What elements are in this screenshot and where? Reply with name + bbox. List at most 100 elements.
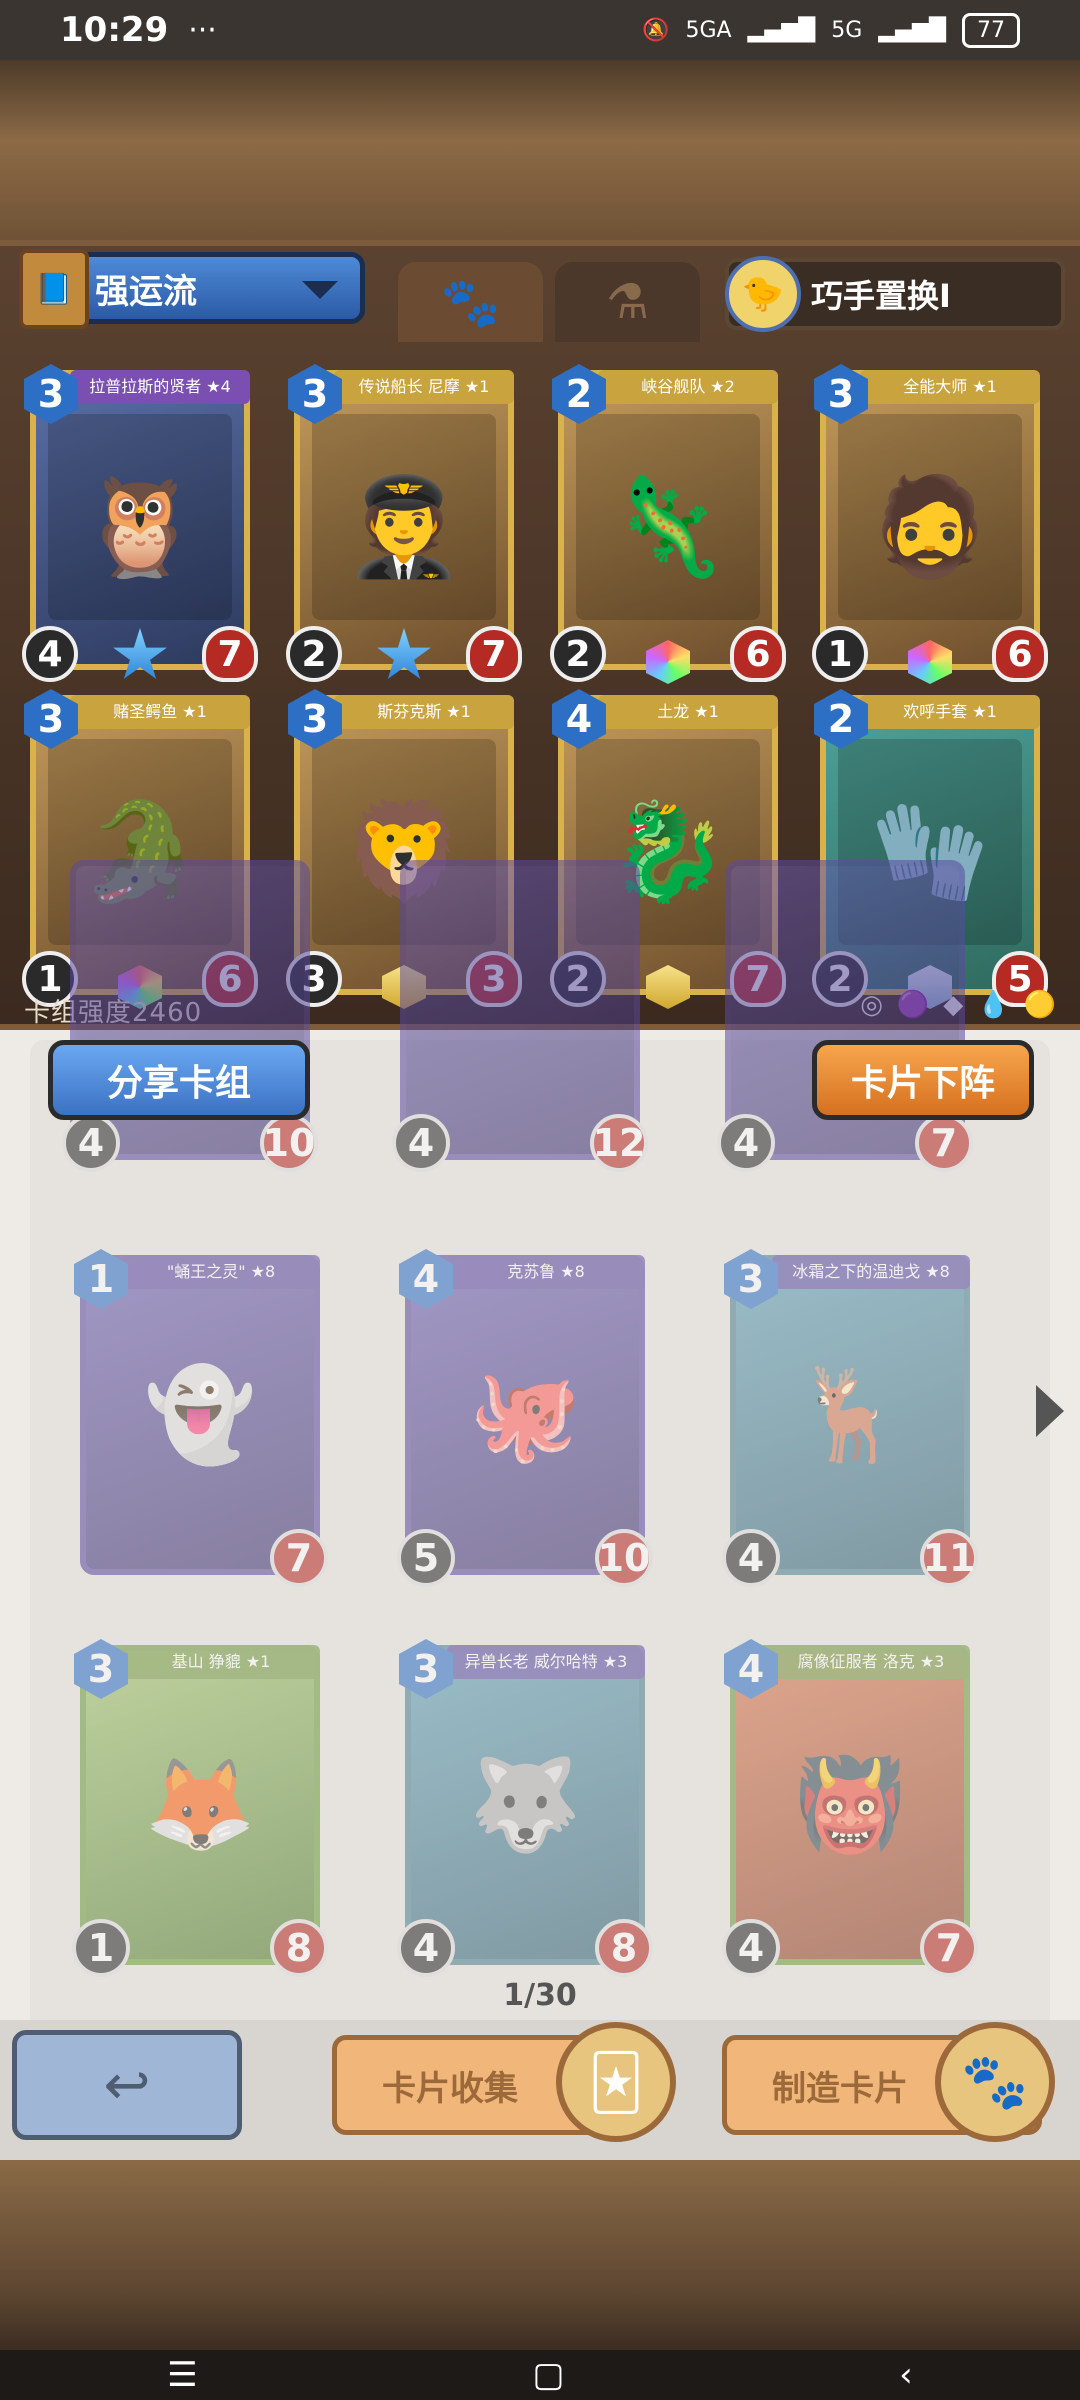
card-attack: 4 (62, 1114, 120, 1172)
card-name: 土龙 ★1 (598, 695, 778, 729)
swap-skill-button[interactable]: 🐤 巧手置换I (725, 256, 1065, 332)
card-attack: 4 (722, 1529, 780, 1587)
signal-icon-2: ▂▄▆█ (878, 17, 946, 43)
card-health: 6 (730, 626, 786, 682)
collection-card[interactable]: 👹 腐像征服者 洛克 ★3 4 4 7 (722, 1639, 978, 1977)
swap-avatar: 🐤 (725, 256, 801, 332)
card-name: 异兽长老 威尔哈特 ★3 (447, 1645, 645, 1679)
wood-backdrop-top (0, 60, 1080, 240)
battery-indicator: 77 (962, 12, 1020, 48)
swap-label: 巧手置换I (811, 277, 951, 315)
card-figure: 🧔 (870, 470, 990, 583)
card-attack: 1 (72, 1919, 130, 1977)
card-attack: 2 (286, 626, 342, 682)
card-name: "蛹王之灵" ★8 (122, 1255, 320, 1289)
card-health: 7 (270, 1529, 328, 1587)
card-name: 欢呼手套 ★1 (860, 695, 1040, 729)
status-time: 10:29 (60, 10, 169, 50)
card-name: 冰霜之下的温迪戈 ★8 (772, 1255, 970, 1289)
card-health: 10 (595, 1529, 653, 1587)
deck-name: 强运流 (95, 271, 197, 312)
card-health: 7 (915, 1114, 973, 1172)
card-art: 🦎 (576, 414, 760, 620)
chevron-right-icon[interactable] (1036, 1385, 1064, 1437)
card-name: 斯芬克斯 ★1 (334, 695, 514, 729)
card-attack: 4 (722, 1919, 780, 1977)
card-figure: 🦌 (793, 1362, 907, 1468)
system-nav-bar: ☰ ▢ ‹ (0, 2350, 1080, 2400)
card-health: 7 (466, 626, 522, 682)
paw-icon: 🐾 (440, 274, 501, 331)
card-attack: 4 (397, 1919, 455, 1977)
menu-nav-icon[interactable]: ☰ (167, 2355, 197, 2395)
home-nav-icon[interactable]: ▢ (532, 2355, 564, 2395)
card-collection-icon[interactable]: 🃏 (556, 2022, 676, 2142)
network1-label: 5GA (685, 17, 732, 43)
collection-card[interactable]: 🐙 克苏鲁 ★8 4 5 10 (397, 1249, 653, 1587)
card-name: 传说船长 尼摩 ★1 (334, 370, 514, 404)
card-name: 拉普拉斯的贤者 ★4 (70, 370, 250, 404)
collection-card[interactable]: 🦊 基山 狰貔 ★1 3 1 8 (72, 1639, 328, 1977)
card-health: 10 (260, 1114, 318, 1172)
deck-book-icon: 📘 (19, 249, 89, 329)
card-collection-label: 卡片收集 (382, 2068, 518, 2109)
deck-card[interactable]: 🦎 峡谷舰队 ★2 2 2 6 (550, 364, 786, 684)
collection-card[interactable]: 👻 "蛹王之灵" ★8 1 7 (74, 1249, 328, 1587)
craft-card-label: 制造卡片 (772, 2068, 908, 2109)
card-name: 赌圣鳄鱼 ★1 (70, 695, 250, 729)
card-name: 基山 狰貔 ★1 (122, 1645, 320, 1679)
card-health: 8 (270, 1919, 328, 1977)
card-figure: 🐺 (468, 1752, 582, 1858)
card-art: 🧑‍✈️ (312, 414, 496, 620)
deck-card[interactable]: 🦉 拉普拉斯的贤者 ★4 3 4 7 (22, 364, 258, 682)
card-attack: 1 (812, 626, 868, 682)
card-name: 峡谷舰队 ★2 (598, 370, 778, 404)
remove-card-button[interactable]: 卡片下阵 (812, 1040, 1034, 1120)
tab-paw[interactable]: 🐾 (398, 262, 543, 342)
collection-card[interactable]: 🐺 异兽长老 威尔哈特 ★3 3 4 8 (397, 1639, 653, 1977)
share-deck-button[interactable]: 分享卡组 (48, 1040, 310, 1120)
deck-card[interactable]: 🧑‍✈️ 传说船长 尼摩 ★1 3 2 7 (286, 364, 522, 682)
back-button[interactable]: ↩ (12, 2030, 242, 2140)
page-indicator: 1/30 (503, 1978, 577, 2013)
card-health: 8 (595, 1919, 653, 1977)
craft-card-icon[interactable]: 🐾 (935, 2022, 1055, 2142)
deck-card[interactable]: 🧔 全能大师 ★1 3 1 6 (812, 364, 1048, 684)
card-attack: 4 (22, 626, 78, 682)
back-nav-icon[interactable]: ‹ (899, 2355, 913, 2395)
wood-backdrop-bottom (0, 2160, 1080, 2350)
card-figure: 🦉 (80, 470, 200, 583)
card-art: 🧔 (838, 414, 1022, 620)
card-figure: 🦊 (143, 1752, 257, 1858)
card-figure: 👻 (143, 1362, 257, 1468)
card-attack: 5 (397, 1529, 455, 1587)
card-name: 全能大师 ★1 (860, 370, 1040, 404)
type-icon-4: 💧 (977, 990, 1010, 1020)
status-dots: ··· (188, 12, 217, 48)
network2-label: 5G (831, 17, 863, 43)
back-arrow-icon: ↩ (103, 2052, 151, 2118)
card-name: 克苏鲁 ★8 (447, 1255, 645, 1289)
potion-icon: ⚗ (605, 274, 650, 330)
type-icon-5: 🟡 (1023, 990, 1056, 1020)
card-health: 11 (920, 1529, 978, 1587)
card-figure: 👹 (793, 1752, 907, 1858)
card-attack: 4 (392, 1114, 450, 1172)
card-name: 腐像征服者 洛克 ★3 (772, 1645, 970, 1679)
card-attack: 4 (717, 1114, 775, 1172)
chevron-down-icon (302, 281, 338, 299)
card-health: 7 (202, 626, 258, 682)
collection-card[interactable]: 🦌 冰霜之下的温迪戈 ★8 3 4 11 (722, 1249, 978, 1587)
tab-potion[interactable]: ⚗ (555, 262, 700, 342)
collection-card-partial[interactable]: 4 12 (392, 860, 648, 1172)
card-attack: 2 (550, 626, 606, 682)
card-figure: 🧑‍✈️ (344, 470, 464, 583)
status-right: 🔕 5GA ▂▄▆█ 5G ▂▄▆█ 77 (642, 12, 1020, 48)
card-health: 7 (920, 1919, 978, 1977)
card-art: 🦉 (48, 414, 232, 620)
signal-icon: ▂▄▆█ (747, 17, 816, 43)
card-figure: 🐙 (468, 1362, 582, 1468)
deck-selector[interactable]: 📘 强运流 (19, 249, 365, 329)
card-health: 6 (992, 626, 1048, 682)
card-figure: 🦎 (608, 470, 728, 583)
